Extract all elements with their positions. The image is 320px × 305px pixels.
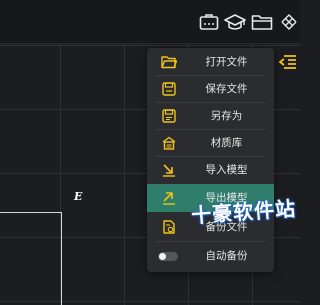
file-menu: 打开文件 保存文件 另存为 材质库 导入模型 导出模型 备份文件 自动备份 [147, 48, 274, 272]
folder-open-icon [161, 54, 177, 70]
menu-item-label: 自动备份 [205, 250, 248, 262]
material-library-icon [161, 135, 177, 151]
collapse-panel-icon[interactable] [278, 52, 298, 72]
graduation-cap-icon[interactable] [224, 11, 246, 33]
menu-item-import-model[interactable]: 导入模型 [147, 157, 274, 183]
save-as-icon [161, 108, 177, 124]
top-toolbar [0, 0, 300, 44]
auto-backup-toggle[interactable] [158, 252, 178, 261]
menu-item-label: 保存文件 [205, 83, 248, 95]
import-icon [161, 162, 177, 178]
menu-item-label: 另存为 [210, 110, 243, 122]
axis-label: E [74, 190, 83, 203]
export-icon [161, 190, 177, 206]
menu-item-material-library[interactable]: 材质库 [147, 130, 274, 156]
menu-item-label: 打开文件 [205, 56, 248, 68]
menu-item-open-file[interactable]: 打开文件 [147, 49, 274, 75]
expand-icon[interactable] [278, 11, 300, 33]
folder-icon[interactable] [251, 11, 273, 33]
menu-item-label: 导入模型 [205, 164, 248, 176]
menu-item-auto-backup[interactable]: 自动备份 [147, 243, 274, 269]
menu-item-save-file[interactable]: 保存文件 [147, 76, 274, 102]
save-icon [161, 81, 177, 97]
backup-icon [161, 219, 177, 235]
dashboard-box-icon[interactable] [198, 11, 220, 33]
model-outline[interactable] [0, 212, 62, 305]
menu-item-label: 材质库 [210, 137, 243, 149]
menu-item-save-as[interactable]: 另存为 [147, 103, 274, 129]
